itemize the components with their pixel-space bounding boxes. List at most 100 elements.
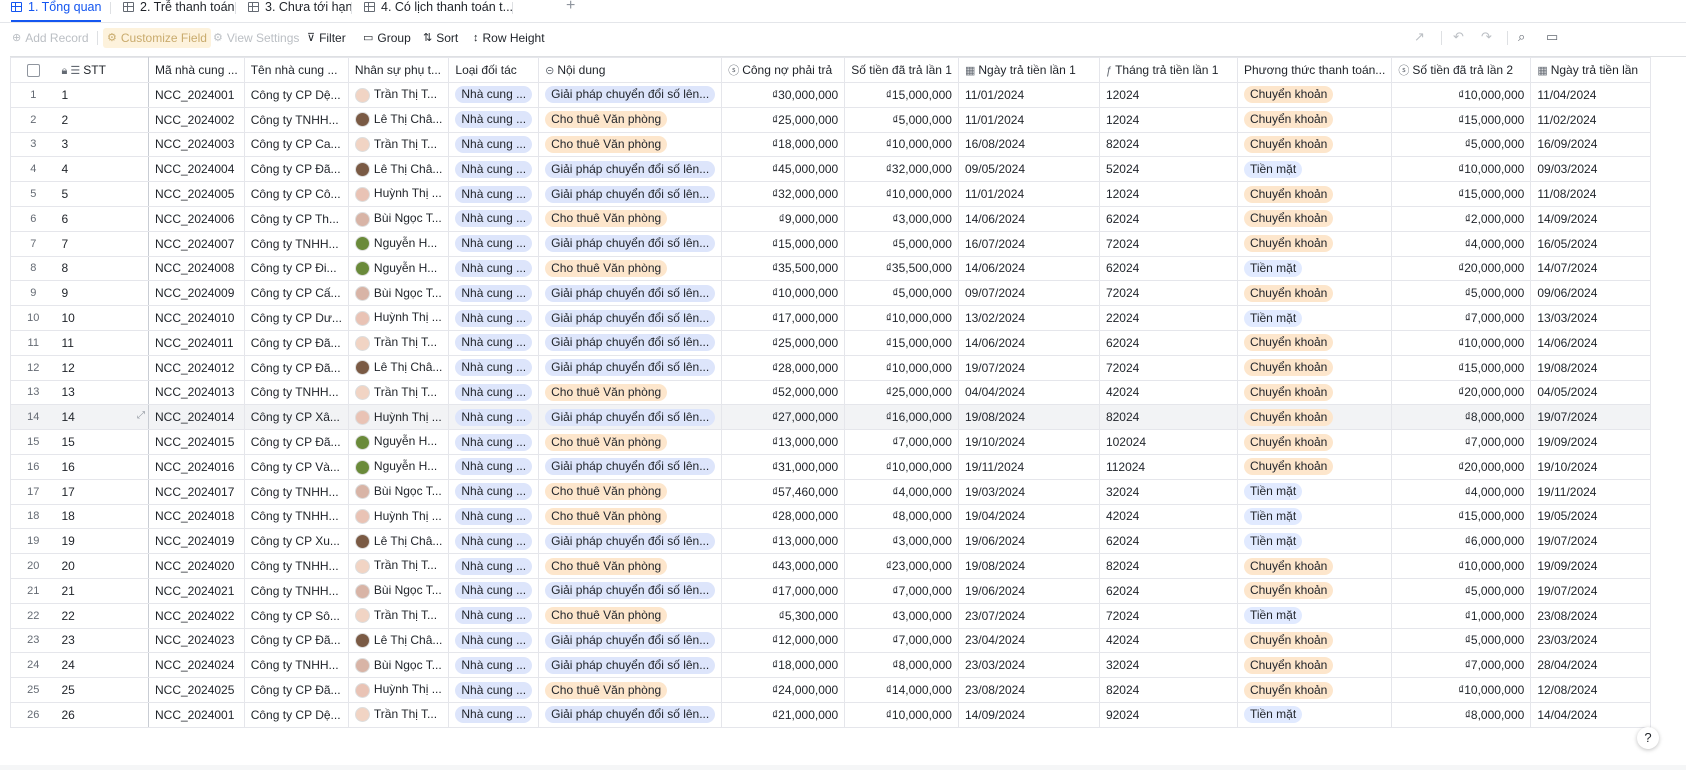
cell-ma-nha-cung-cap[interactable]: NCC_2024001 bbox=[148, 701, 245, 728]
cell-thang-tra-lan-1[interactable]: 92024 bbox=[1098, 701, 1238, 728]
cell-ngay-tra-lan-1[interactable]: 19/03/2024 bbox=[957, 478, 1100, 505]
cell-ngay-tra-lan-1[interactable]: 23/08/2024 bbox=[957, 677, 1100, 703]
cell-ten-nha-cung-cap[interactable]: Công ty TNHH... bbox=[243, 106, 349, 133]
cell-so-tien-lan-1[interactable]: ₫25,000,000 bbox=[844, 379, 959, 406]
cell-loai-doi-tac[interactable]: Nhà cung ... bbox=[448, 131, 540, 158]
cell-phuong-thuc[interactable]: Chuyển khoản bbox=[1236, 205, 1393, 232]
cell-so-tien-lan-1[interactable]: ₫3,000,000 bbox=[844, 602, 959, 629]
cell-thang-tra-lan-1[interactable]: 62024 bbox=[1098, 577, 1238, 604]
cell-ngay-tra-lan-2[interactable]: 19/09/2024 bbox=[1530, 553, 1652, 579]
table-row[interactable]: 8 8 NCC_2024008 Công ty CP Đi... Nguyễn H...… bbox=[10, 255, 1652, 282]
cell-loai-doi-tac[interactable]: Nhà cung ... bbox=[448, 329, 540, 356]
cell-loai-doi-tac[interactable]: Nhà cung ... bbox=[448, 577, 540, 604]
cell-ten-nha-cung-cap[interactable]: Công ty CP Đã... bbox=[243, 354, 349, 381]
cell-so-tien-lan-1[interactable]: ₫10,000,000 bbox=[844, 181, 959, 207]
cell-noi-dung[interactable]: Giải pháp chuyển đổi số lên... bbox=[538, 627, 723, 654]
cell-noi-dung[interactable]: Cho thuê Văn phòng bbox=[538, 503, 723, 530]
cell-so-tien-lan-2[interactable]: ₫5,000,000 bbox=[1391, 627, 1532, 654]
cell-ngay-tra-lan-1[interactable]: 14/09/2024 bbox=[957, 701, 1100, 728]
cell-cong-no[interactable]: ₫35,500,000 bbox=[721, 255, 846, 282]
cell-loai-doi-tac[interactable]: Nhà cung ... bbox=[448, 503, 540, 530]
cell-ma-nha-cung-cap[interactable]: NCC_2024023 bbox=[148, 627, 245, 654]
cell-stt[interactable]: 14 ⤢ bbox=[55, 404, 149, 431]
cell-ten-nha-cung-cap[interactable]: Công ty CP Cô... bbox=[243, 181, 349, 207]
view-settings-button[interactable]: ⚙ View Settings bbox=[213, 30, 299, 46]
cell-noi-dung[interactable]: Cho thuê Văn phòng bbox=[538, 255, 723, 282]
cell-noi-dung[interactable]: Cho thuê Văn phòng bbox=[538, 205, 723, 232]
cell-noi-dung[interactable]: Giải pháp chuyển đổi số lên... bbox=[538, 230, 723, 257]
cell-so-tien-lan-2[interactable]: ₫10,000,000 bbox=[1391, 553, 1532, 579]
cell-phuong-thuc[interactable]: Chuyển khoản bbox=[1236, 82, 1393, 108]
column-header-thang-tra-lan-1[interactable]: ƒ Tháng trả tiền lần 1 bbox=[1098, 57, 1238, 83]
table-row[interactable]: 2 2 NCC_2024002 Công ty TNHH... Lê Thị Châ..… bbox=[10, 106, 1652, 133]
cell-ngay-tra-lan-2[interactable]: 19/05/2024 bbox=[1530, 503, 1652, 530]
cell-ma-nha-cung-cap[interactable]: NCC_2024015 bbox=[148, 429, 245, 455]
cell-thang-tra-lan-1[interactable]: 42024 bbox=[1098, 627, 1238, 654]
cell-loai-doi-tac[interactable]: Nhà cung ... bbox=[448, 82, 540, 108]
cell-ngay-tra-lan-1[interactable]: 19/07/2024 bbox=[957, 354, 1100, 381]
cell-nhan-su[interactable]: Nguyễn H... bbox=[347, 429, 450, 455]
cell-thang-tra-lan-1[interactable]: 82024 bbox=[1098, 553, 1238, 579]
cell-nhan-su[interactable]: Trần Thị T... bbox=[347, 131, 450, 158]
cell-so-tien-lan-2[interactable]: ₫10,000,000 bbox=[1391, 677, 1532, 703]
cell-cong-no[interactable]: ₫45,000,000 bbox=[721, 156, 846, 183]
help-button[interactable]: ? bbox=[1637, 727, 1659, 749]
cell-so-tien-lan-1[interactable]: ₫7,000,000 bbox=[844, 627, 959, 654]
cell-ten-nha-cung-cap[interactable]: Công ty TNHH... bbox=[243, 577, 349, 604]
column-header-ten-nha-cung-cap[interactable]: Tên nhà cung ... bbox=[243, 57, 349, 83]
column-header-loai-doi-tac[interactable]: Loại đối tác bbox=[448, 57, 540, 83]
cell-so-tien-lan-1[interactable]: ₫8,000,000 bbox=[844, 652, 959, 679]
cell-so-tien-lan-1[interactable]: ₫5,000,000 bbox=[844, 106, 959, 133]
column-header-cong-no[interactable]: ⓢ Công nợ phải trả bbox=[721, 57, 846, 83]
redo-icon[interactable]: ↷ bbox=[1481, 29, 1492, 45]
cell-phuong-thuc[interactable]: Tiền mặt bbox=[1236, 602, 1393, 629]
cell-thang-tra-lan-1[interactable]: 72024 bbox=[1098, 354, 1238, 381]
cell-so-tien-lan-1[interactable]: ₫23,000,000 bbox=[844, 553, 959, 579]
cell-nhan-su[interactable]: Nguyễn H... bbox=[347, 230, 450, 257]
cell-so-tien-lan-1[interactable]: ₫8,000,000 bbox=[844, 503, 959, 530]
cell-ten-nha-cung-cap[interactable]: Công ty CP Xâ... bbox=[243, 404, 349, 431]
cell-so-tien-lan-2[interactable]: ₫2,000,000 bbox=[1391, 205, 1532, 232]
cell-so-tien-lan-2[interactable]: ₫4,000,000 bbox=[1391, 230, 1532, 257]
cell-loai-doi-tac[interactable]: Nhà cung ... bbox=[448, 652, 540, 679]
cell-phuong-thuc[interactable]: Tiền mặt bbox=[1236, 528, 1393, 555]
cell-ngay-tra-lan-1[interactable]: 19/11/2024 bbox=[957, 453, 1100, 480]
column-header-nhan-su[interactable]: Nhân sự phụ t... bbox=[347, 57, 450, 83]
cell-loai-doi-tac[interactable]: Nhà cung ... bbox=[448, 453, 540, 480]
cell-cong-no[interactable]: ₫13,000,000 bbox=[721, 528, 846, 555]
cell-phuong-thuc[interactable]: Chuyển khoản bbox=[1236, 280, 1393, 307]
table-row[interactable]: 7 7 NCC_2024007 Công ty TNHH... Nguyễn H... N… bbox=[10, 230, 1652, 257]
cell-ngay-tra-lan-2[interactable]: 19/10/2024 bbox=[1530, 453, 1652, 480]
cell-thang-tra-lan-1[interactable]: 82024 bbox=[1098, 677, 1238, 703]
cell-phuong-thuc[interactable]: Chuyển khoản bbox=[1236, 453, 1393, 480]
cell-noi-dung[interactable]: Giải pháp chuyển đổi số lên... bbox=[538, 329, 723, 356]
cell-nhan-su[interactable]: Trần Thị T... bbox=[347, 82, 450, 108]
cell-ngay-tra-lan-2[interactable]: 14/06/2024 bbox=[1530, 329, 1652, 356]
cell-thang-tra-lan-1[interactable]: 82024 bbox=[1098, 404, 1238, 431]
cell-so-tien-lan-2[interactable]: ₫1,000,000 bbox=[1391, 602, 1532, 629]
cell-ten-nha-cung-cap[interactable]: Công ty CP Sô... bbox=[243, 602, 349, 629]
cell-ngay-tra-lan-1[interactable]: 23/07/2024 bbox=[957, 602, 1100, 629]
table-row[interactable]: 13 13 NCC_2024013 Công ty TNHH... Trần Thị T… bbox=[10, 379, 1652, 406]
column-header-noi-dung[interactable]: ⊝ Nội dung bbox=[538, 57, 723, 83]
cell-nhan-su[interactable]: Nguyễn H... bbox=[347, 453, 450, 480]
cell-ma-nha-cung-cap[interactable]: NCC_2024004 bbox=[148, 156, 245, 183]
cell-thang-tra-lan-1[interactable]: 12024 bbox=[1098, 181, 1238, 207]
cell-so-tien-lan-1[interactable]: ₫10,000,000 bbox=[844, 453, 959, 480]
cell-cong-no[interactable]: ₫5,300,000 bbox=[721, 602, 846, 629]
cell-nhan-su[interactable]: Trần Thị T... bbox=[347, 701, 450, 728]
cell-ma-nha-cung-cap[interactable]: NCC_2024012 bbox=[148, 354, 245, 381]
cell-ngay-tra-lan-2[interactable]: 11/02/2024 bbox=[1530, 106, 1652, 133]
cell-ngay-tra-lan-1[interactable]: 16/08/2024 bbox=[957, 131, 1100, 158]
cell-nhan-su[interactable]: Trần Thị T... bbox=[347, 379, 450, 406]
table-row[interactable]: 24 24 NCC_2024024 Công ty TNHH... Bùi Ngọc T… bbox=[10, 652, 1652, 679]
cell-thang-tra-lan-1[interactable]: 62024 bbox=[1098, 205, 1238, 232]
cell-so-tien-lan-2[interactable]: ₫7,000,000 bbox=[1391, 305, 1532, 331]
cell-ngay-tra-lan-1[interactable]: 19/08/2024 bbox=[957, 553, 1100, 579]
cell-nhan-su[interactable]: Trần Thị T... bbox=[347, 329, 450, 356]
cell-cong-no[interactable]: ₫28,000,000 bbox=[721, 354, 846, 381]
column-header-phuong-thuc[interactable]: Phương thức thanh toán... bbox=[1236, 57, 1393, 83]
cell-loai-doi-tac[interactable]: Nhà cung ... bbox=[448, 280, 540, 307]
cell-loai-doi-tac[interactable]: Nhà cung ... bbox=[448, 181, 540, 207]
cell-so-tien-lan-1[interactable]: ₫10,000,000 bbox=[844, 305, 959, 331]
